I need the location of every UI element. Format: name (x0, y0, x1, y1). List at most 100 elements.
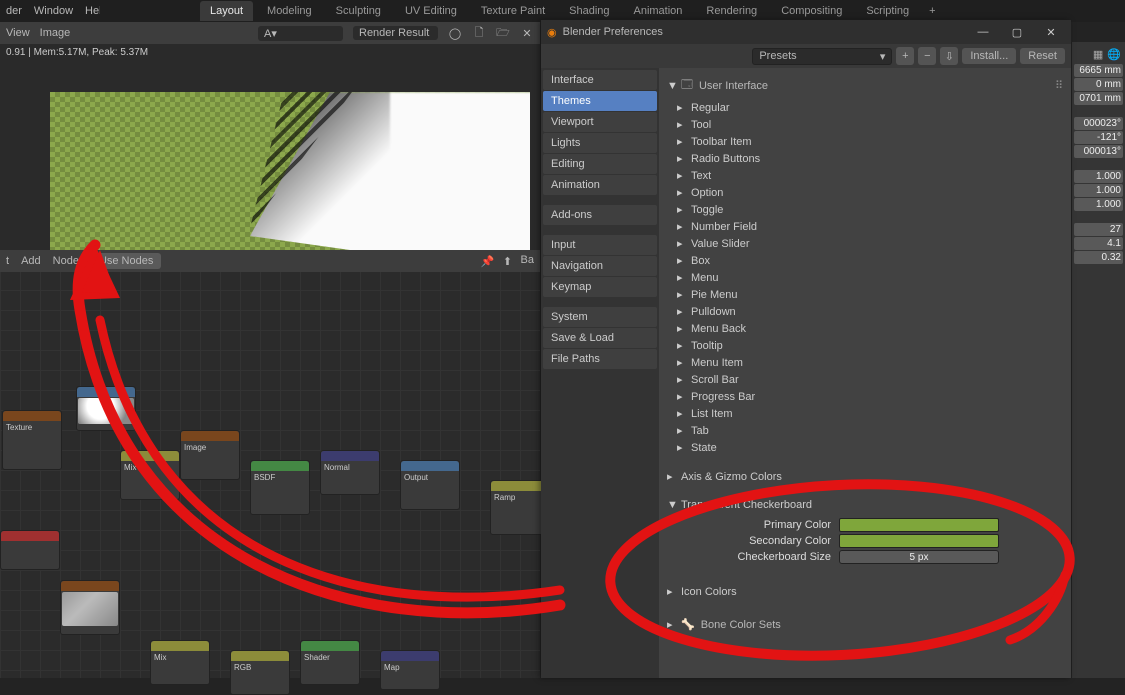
checker-size-field[interactable]: 5 px (839, 550, 999, 564)
theme-subrow[interactable]: ▸Pulldown (661, 303, 1069, 320)
prefs-toolbar: Presets ▾ + − ⇩ Install... Reset (541, 44, 1071, 68)
parent-icon[interactable]: ⬆ (501, 254, 515, 268)
property-value[interactable]: 4.1 (1074, 237, 1123, 250)
prefs-sidebar-item[interactable]: Save & Load (543, 328, 657, 348)
install-button[interactable]: Install... (962, 48, 1016, 64)
theme-subrow[interactable]: ▸Menu Item (661, 354, 1069, 371)
drag-handle-icon[interactable]: ⠿ (1057, 585, 1065, 598)
secondary-color-swatch[interactable] (839, 534, 999, 548)
workspace-tab-uvediting[interactable]: UV Editing (395, 1, 467, 21)
prefs-sidebar-item[interactable]: Editing (543, 154, 657, 174)
image-canvas[interactable] (50, 92, 530, 272)
node-editor[interactable]: t Add Node Use Nodes 📌 ⬆ Ba Texture Mix … (0, 250, 540, 678)
pin-icon[interactable]: ◯ (448, 26, 462, 40)
theme-subrow[interactable]: ▸Scroll Bar (661, 371, 1069, 388)
workspace-tab-compositing[interactable]: Compositing (771, 1, 852, 21)
workspace-tab-modeling[interactable]: Modeling (257, 1, 322, 21)
workspace-tab-layout[interactable]: Layout (200, 1, 253, 21)
preset-add-button[interactable]: + (896, 47, 914, 65)
image-name-field[interactable]: Render Result (353, 26, 438, 40)
property-value[interactable]: 0.32 (1074, 251, 1123, 264)
add-workspace-button[interactable]: + (923, 1, 941, 21)
theme-subrow-label: Toolbar Item (691, 136, 752, 148)
reset-button[interactable]: Reset (1020, 48, 1065, 64)
theme-subrow[interactable]: ▸List Item (661, 405, 1069, 422)
property-value[interactable]: -121° (1074, 131, 1123, 144)
theme-subrow[interactable]: ▸Box (661, 252, 1069, 269)
transparent-checkerboard-row[interactable]: ▼ Transparent Checkerboard (661, 497, 1069, 513)
theme-subrow[interactable]: ▸Progress Bar (661, 388, 1069, 405)
property-value[interactable]: 6665 mm (1074, 64, 1123, 77)
theme-subrow[interactable]: ▸Number Field (661, 218, 1069, 235)
node-menu-node[interactable]: Node (53, 255, 79, 267)
property-value[interactable]: 000013° (1074, 145, 1123, 158)
theme-subrow[interactable]: ▸Radio Buttons (661, 150, 1069, 167)
workspace-tab-texpaint[interactable]: Texture Paint (471, 1, 555, 21)
globe-icon[interactable]: 🌐 (1107, 48, 1121, 61)
property-value[interactable]: 1.000 (1074, 198, 1123, 211)
primary-color-swatch[interactable] (839, 518, 999, 532)
theme-subrow[interactable]: ▸Value Slider (661, 235, 1069, 252)
theme-subrow[interactable]: ▸Text (661, 167, 1069, 184)
grid-icon[interactable]: ▦ (1093, 48, 1103, 61)
menu-file[interactable]: der (6, 5, 22, 17)
ui-section-header[interactable]: ▼ 🗔 User Interface ⠿ (661, 72, 1069, 99)
preset-remove-button[interactable]: − (918, 47, 936, 65)
maximize-button[interactable]: ▢ (1003, 24, 1031, 40)
workspace-tab-rendering[interactable]: Rendering (696, 1, 767, 21)
prefs-sidebar-item[interactable]: Animation (543, 175, 657, 195)
prefs-sidebar-item[interactable]: System (543, 307, 657, 327)
bone-colors-header[interactable]: ▸ 🦴 Bone Color Sets (661, 614, 1069, 635)
drag-handle-icon[interactable]: ⠿ (1055, 79, 1063, 92)
theme-subrow[interactable]: ▸Menu (661, 269, 1069, 286)
prefs-sidebar-item[interactable]: Viewport (543, 112, 657, 132)
prefs-main[interactable]: ▼ 🗔 User Interface ⠿ ▸Regular▸Tool▸Toolb… (659, 68, 1071, 678)
presets-dropdown[interactable]: Presets ▾ (752, 48, 892, 65)
prefs-sidebar-item[interactable]: Add-ons (543, 205, 657, 225)
theme-subrow[interactable]: ▸Option (661, 184, 1069, 201)
minimize-button[interactable]: — (969, 24, 997, 40)
theme-subrow[interactable]: ▸Toggle (661, 201, 1069, 218)
icon-colors-row[interactable]: ▸ Icon Colors ⠿ (661, 583, 1069, 600)
workspace-tab-shading[interactable]: Shading (559, 1, 619, 21)
new-image-icon[interactable]: 🗋 (472, 26, 486, 40)
prefs-sidebar-item[interactable]: File Paths (543, 349, 657, 369)
unlink-image-icon[interactable]: ✕ (520, 26, 534, 40)
prefs-sidebar-item[interactable]: Navigation (543, 256, 657, 276)
menu-window[interactable]: Window (34, 5, 73, 17)
prefs-sidebar-item[interactable]: Lights (543, 133, 657, 153)
chevron-down-icon: ▾ (880, 50, 886, 63)
prefs-sidebar-item[interactable]: Interface (543, 70, 657, 90)
open-image-icon[interactable]: 🗁 (496, 26, 510, 40)
workspace-tab-sculpting[interactable]: Sculpting (326, 1, 391, 21)
theme-subrow[interactable]: ▸State (661, 439, 1069, 456)
image-display-mode[interactable]: A▾ (258, 26, 343, 41)
property-value[interactable]: 0 mm (1074, 78, 1123, 91)
node-menu-add[interactable]: Add (21, 255, 41, 267)
import-button[interactable]: ⇩ (940, 47, 958, 65)
prefs-sidebar-item[interactable]: Themes (543, 91, 657, 111)
property-value[interactable]: 27 (1074, 223, 1123, 236)
close-button[interactable]: ✕ (1037, 24, 1065, 40)
property-value[interactable]: 0701 mm (1074, 92, 1123, 105)
theme-subrow[interactable]: ▸Tab (661, 422, 1069, 439)
theme-subrow[interactable]: ▸Tool (661, 116, 1069, 133)
axis-gizmo-row[interactable]: ▸ Axis & Gizmo Colors (661, 468, 1069, 485)
use-nodes-toggle[interactable]: Use Nodes (91, 253, 161, 269)
theme-subrow[interactable]: ▸Toolbar Item (661, 133, 1069, 150)
theme-subrow[interactable]: ▸Menu Back (661, 320, 1069, 337)
prefs-sidebar-item[interactable]: Input (543, 235, 657, 255)
workspace-tab-scripting[interactable]: Scripting (856, 1, 919, 21)
image-menu-view[interactable]: View (6, 27, 30, 39)
property-value[interactable]: 000023° (1074, 117, 1123, 130)
pin-icon[interactable]: 📌 (481, 254, 495, 268)
theme-subrow[interactable]: ▸Tooltip (661, 337, 1069, 354)
image-menu-image[interactable]: Image (40, 27, 71, 39)
node-menu-select[interactable]: t (6, 255, 9, 267)
theme-subrow[interactable]: ▸Pie Menu (661, 286, 1069, 303)
theme-subrow[interactable]: ▸Regular (661, 99, 1069, 116)
property-value[interactable]: 1.000 (1074, 170, 1123, 183)
property-value[interactable]: 1.000 (1074, 184, 1123, 197)
prefs-sidebar-item[interactable]: Keymap (543, 277, 657, 297)
workspace-tab-animation[interactable]: Animation (624, 1, 693, 21)
